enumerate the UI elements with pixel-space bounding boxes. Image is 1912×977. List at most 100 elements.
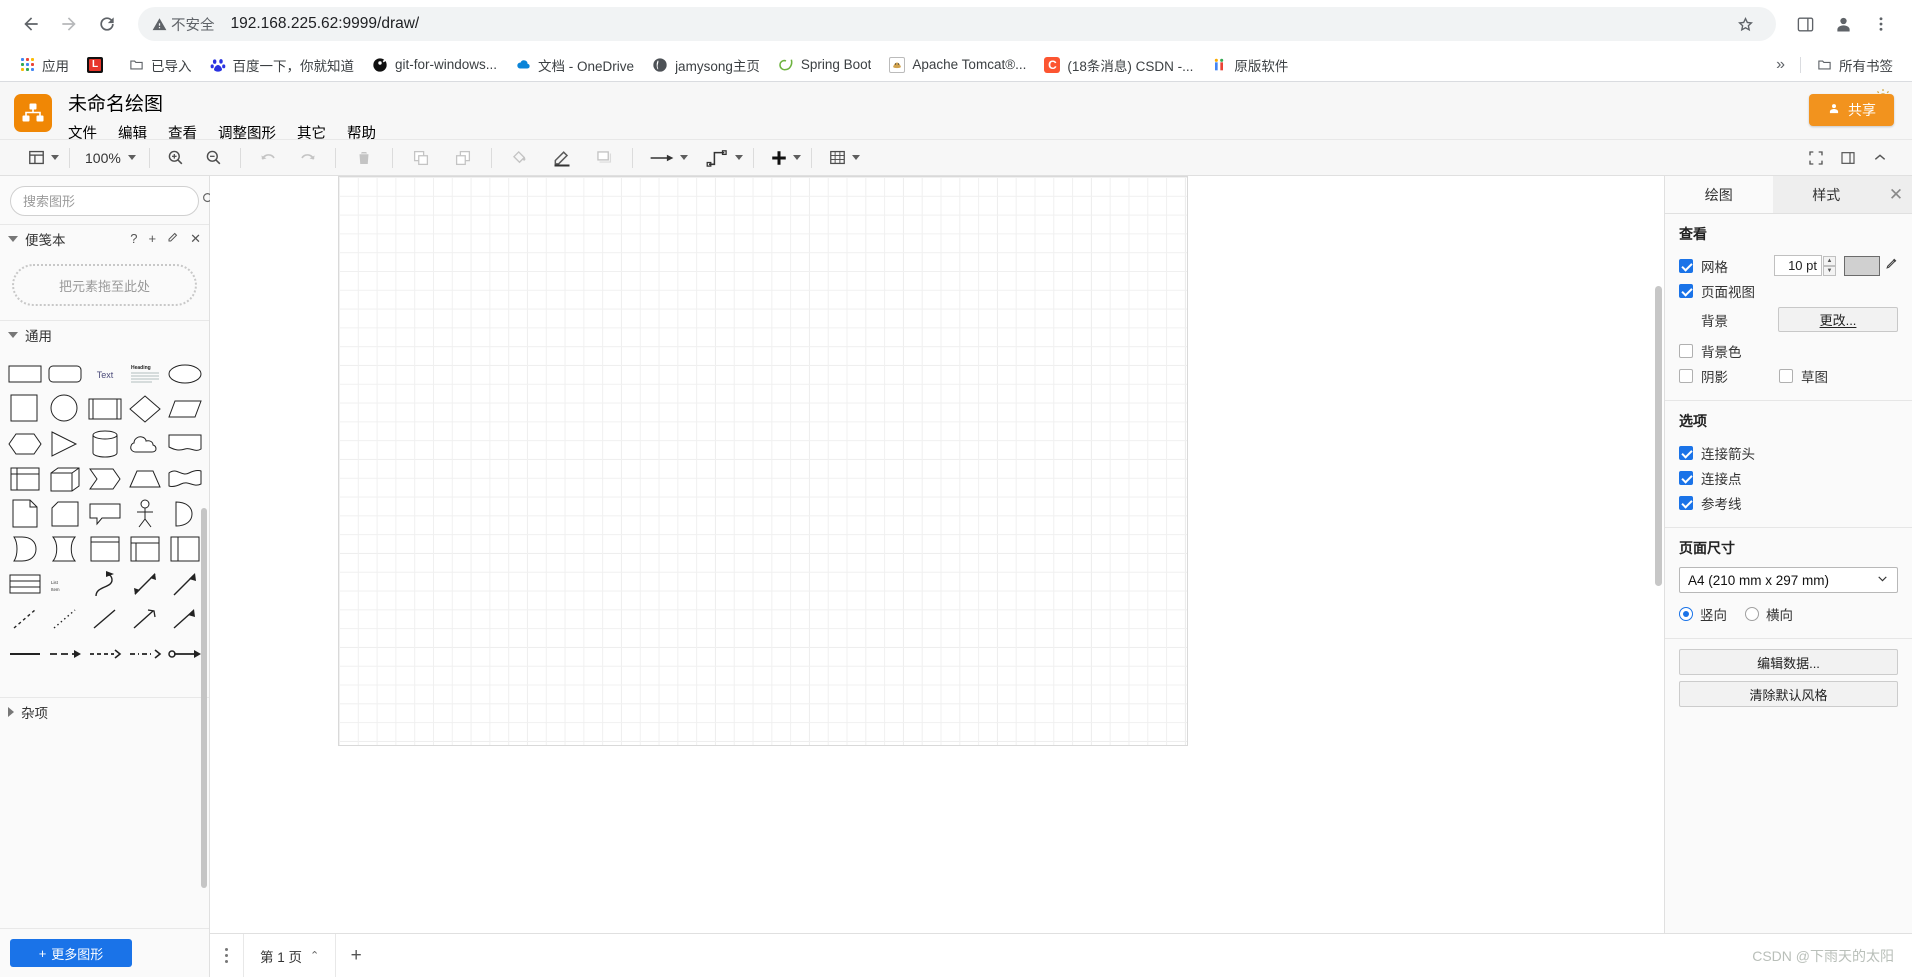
shape-bidir-connector[interactable] (166, 636, 204, 671)
forward-icon[interactable] (52, 7, 86, 41)
page-view-checkbox[interactable] (1679, 283, 1693, 298)
shape-curve[interactable] (86, 566, 124, 601)
profile-avatar-icon[interactable] (1826, 7, 1860, 41)
shape-list[interactable]: List Item (46, 566, 84, 601)
shape-plain-link[interactable] (6, 636, 44, 671)
shadow-button[interactable] (590, 144, 618, 172)
waypoints-dropdown-button[interactable] (646, 144, 691, 172)
paper-size-select[interactable]: A4 (210 mm x 297 mm) (1679, 567, 1898, 593)
bookmark-git-for-windows[interactable]: git-for-windows... (363, 53, 506, 77)
delete-button[interactable] (350, 144, 378, 172)
stepper-up-icon[interactable]: ▲ (1823, 255, 1836, 266)
guides-checkbox[interactable] (1679, 495, 1693, 510)
address-bar[interactable]: 不安全 192.168.225.62:9999/draw/ (138, 7, 1776, 41)
fill-color-button[interactable] (506, 144, 534, 172)
shape-ellipse[interactable] (166, 356, 204, 391)
to-front-button[interactable] (407, 144, 435, 172)
close-panel-icon[interactable]: ✕ (1880, 176, 1912, 213)
shape-document[interactable] (166, 426, 204, 461)
shadow-checkbox[interactable] (1679, 368, 1693, 383)
shape-dotted-line[interactable] (46, 601, 84, 636)
shape-cloud[interactable] (126, 426, 164, 461)
reload-icon[interactable] (90, 7, 124, 41)
connection-arrows-checkbox[interactable] (1679, 445, 1693, 460)
insert-dropdown-button[interactable] (767, 144, 804, 172)
line-color-button[interactable] (548, 144, 576, 172)
shape-bidirectional-arrow[interactable] (126, 566, 164, 601)
portrait-radio[interactable] (1679, 606, 1693, 621)
connection-points-checkbox[interactable] (1679, 470, 1693, 485)
scratchpad-close-icon[interactable]: ✕ (190, 231, 201, 247)
bookmark-imported[interactable]: 已导入 (119, 51, 201, 79)
search-shapes-box[interactable] (10, 186, 215, 216)
edit-data-button[interactable]: 编辑数据... (1679, 649, 1898, 675)
security-indicator[interactable]: 不安全 (152, 14, 215, 35)
table-dropdown-button[interactable] (825, 144, 863, 172)
redo-button[interactable] (294, 144, 322, 172)
shape-and[interactable] (6, 531, 44, 566)
section-general-header[interactable]: 通用 (0, 320, 209, 348)
shape-horizontal-pool[interactable] (6, 566, 44, 601)
page-title[interactable]: 未命名绘图 (68, 92, 376, 118)
shape-text[interactable]: Text (86, 356, 124, 391)
all-bookmarks-button[interactable]: 所有书签 (1807, 51, 1902, 79)
shape-process[interactable] (86, 391, 124, 426)
bookmark-original-software[interactable]: 原版软件 (1202, 51, 1297, 79)
grid-color-swatch[interactable] (1844, 255, 1880, 276)
to-back-button[interactable] (449, 144, 477, 172)
section-misc-header[interactable]: 杂项 (0, 697, 209, 725)
scratchpad-dropzone[interactable]: 把元素拖至此处 (12, 264, 197, 306)
zoom-in-button[interactable] (162, 144, 190, 172)
color-picker-icon[interactable] (1885, 257, 1898, 275)
share-button[interactable]: 共享 (1809, 94, 1894, 126)
background-color-checkbox[interactable] (1679, 343, 1693, 358)
bookmark-onedrive[interactable]: 文档 - OneDrive (506, 51, 643, 79)
shape-arrow[interactable] (166, 566, 204, 601)
shape-dashed-line[interactable] (6, 601, 44, 636)
shape-trapezoid[interactable] (126, 461, 164, 496)
shape-tape[interactable] (166, 461, 204, 496)
more-shapes-button[interactable]: + 更多图形 (10, 939, 132, 967)
tab-diagram[interactable]: 绘图 (1665, 176, 1773, 213)
shape-cube[interactable] (46, 461, 84, 496)
shape-rectangle[interactable] (6, 356, 44, 391)
grid-size-input[interactable]: 10 pt (1774, 255, 1822, 276)
connection-dropdown-button[interactable] (703, 144, 746, 172)
shape-square[interactable] (6, 391, 44, 426)
shape-card[interactable] (46, 496, 84, 531)
grid-size-stepper[interactable]: ▲ ▼ (1823, 255, 1836, 276)
sketch-checkbox[interactable] (1779, 368, 1793, 383)
search-input[interactable] (21, 192, 201, 210)
bookmark-csdn[interactable]: C (18条消息) CSDN -... (1035, 51, 1202, 79)
bookmark-baidu[interactable]: 百度一下，你就知道 (201, 51, 364, 79)
stepper-down-icon[interactable]: ▼ (1823, 265, 1836, 276)
page-tab-1[interactable]: 第 1 页 ⌃ (244, 934, 337, 977)
undo-button[interactable] (254, 144, 282, 172)
bookmark-leetcode[interactable]: L (78, 53, 119, 77)
shape-container2[interactable] (126, 531, 164, 566)
shape-note[interactable] (6, 496, 44, 531)
side-panel-icon[interactable] (1788, 7, 1822, 41)
format-panel-button[interactable] (1834, 144, 1862, 172)
canvas-vertical-scrollbar[interactable] (1655, 286, 1662, 586)
bookmark-apache-tomcat[interactable]: Apache Tomcat®... (880, 53, 1035, 77)
landscape-radio[interactable] (1745, 606, 1759, 621)
shape-rounded-rectangle[interactable] (46, 356, 84, 391)
shape-data-storage[interactable] (46, 531, 84, 566)
bookmark-jamysong[interactable]: jamysong主页 (643, 51, 769, 79)
scratchpad-edit-icon[interactable] (167, 231, 179, 246)
shape-or[interactable] (166, 496, 204, 531)
fullscreen-button[interactable] (1802, 144, 1830, 172)
shape-dash-dot-arrow[interactable] (126, 636, 164, 671)
scratchpad-header[interactable]: 便笺本 ? + ✕ (0, 224, 209, 252)
bookmark-apps[interactable]: 应用 (10, 51, 78, 79)
bookmarks-overflow-button[interactable]: » (1767, 52, 1794, 78)
clear-default-style-button[interactable]: 清除默认风格 (1679, 681, 1898, 707)
add-page-button[interactable]: + (336, 934, 376, 977)
shape-line[interactable] (86, 601, 124, 636)
page-sheet[interactable] (338, 176, 1188, 746)
shape-textbox[interactable]: Heading (126, 356, 164, 391)
shape-parallelogram[interactable] (166, 391, 204, 426)
background-change-button[interactable]: 更改... (1778, 307, 1898, 332)
shape-hexagon[interactable] (6, 426, 44, 461)
